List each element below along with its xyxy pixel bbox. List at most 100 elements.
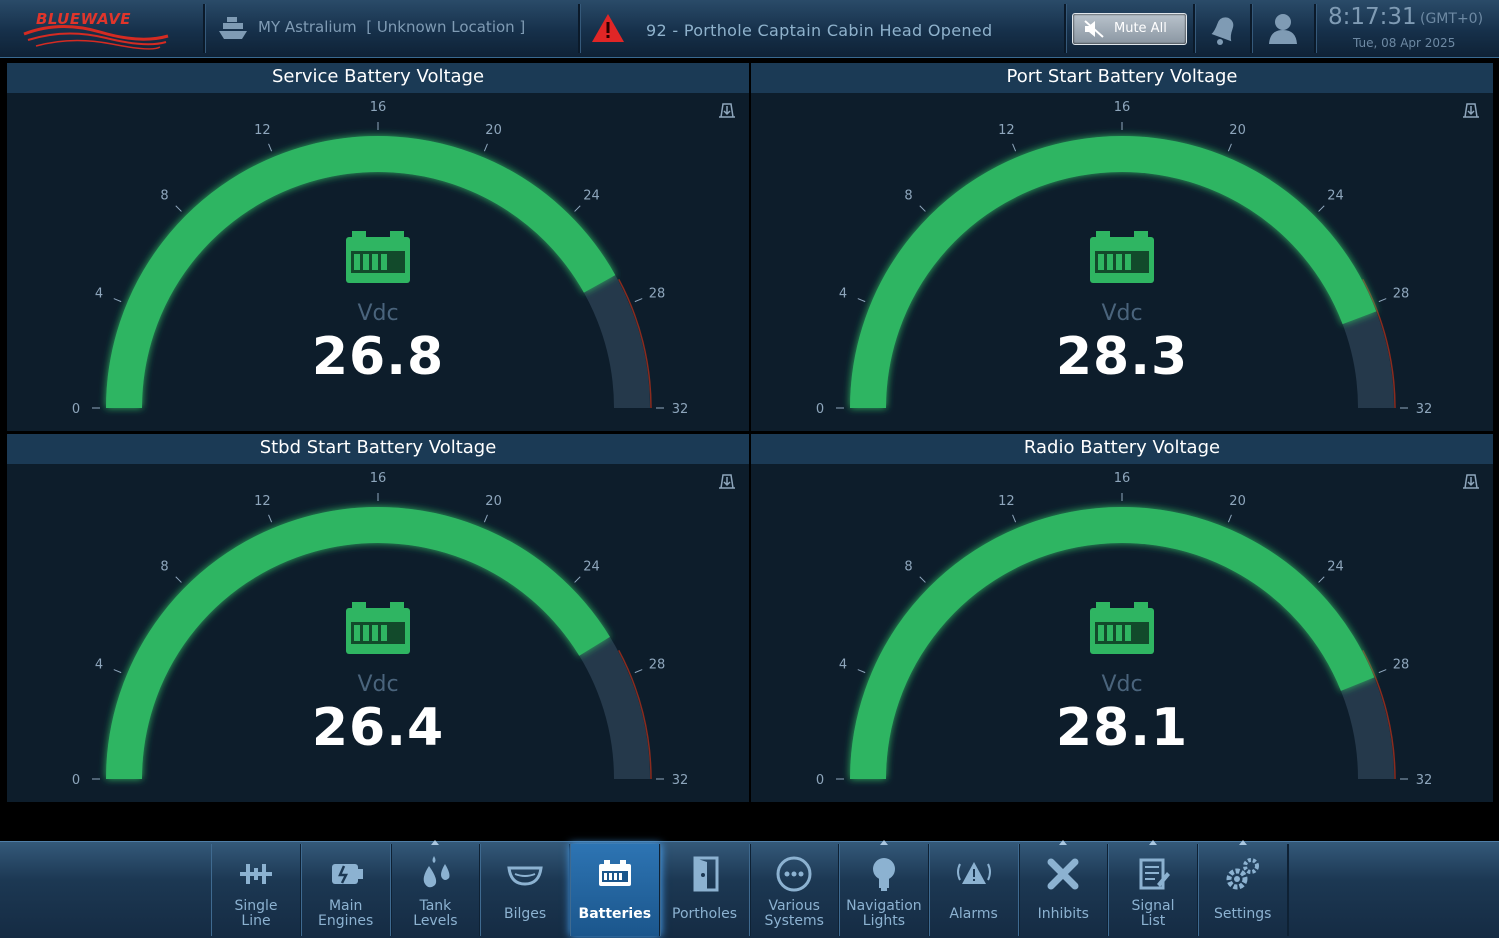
gauge-tick-label: 0 <box>72 402 80 417</box>
ship-icon <box>219 17 247 39</box>
gauge-tick-label: 16 <box>1114 100 1131 115</box>
warning-icon[interactable] <box>590 12 626 44</box>
gauge-tick-label: 24 <box>583 559 600 574</box>
nav-main-engines[interactable]: Main Engines <box>300 844 392 936</box>
nav-portholes[interactable]: Portholes <box>659 844 751 936</box>
nav-tank-levels[interactable]: Tank Levels <box>390 840 482 936</box>
gauge-tick-label: 12 <box>998 494 1015 509</box>
user-icon[interactable] <box>1266 11 1300 45</box>
gauge-value: 26.4 <box>311 698 445 758</box>
gauge-value: 28.3 <box>1055 327 1189 387</box>
active-alarm[interactable]: 92 - Porthole Captain Cabin Head Opened <box>646 21 992 40</box>
gauge-tick <box>483 143 488 152</box>
vessel-location: MY Astralium [ Unknown Location ] <box>258 18 525 36</box>
nav-label: Batteries <box>578 906 652 922</box>
gauge-unit: Vdc <box>357 672 399 697</box>
gauge-tick-label: 24 <box>583 188 600 203</box>
gauge-panel-stbd-start: Stbd Start Battery Voltage 0 4 8 12 16 20 24 28… <box>7 434 749 802</box>
gauge-panel-service: Service Battery Voltage 0 4 8 12 16 20 24 28 32 … <box>7 63 749 431</box>
gauge-tick-label: 20 <box>1229 494 1246 509</box>
ellipsis-icon <box>776 856 812 892</box>
gauge-tick-label: 28 <box>649 286 666 301</box>
gauge-tick-label: 28 <box>1393 286 1410 301</box>
gauge-tick-label: 12 <box>254 123 271 138</box>
nav-label: Various Systems <box>764 898 824 929</box>
nav-label: Portholes <box>672 906 737 922</box>
alarm-code: 92 <box>646 21 667 40</box>
gauge-panel-radio: Radio Battery Voltage 0 4 8 12 16 20 24 28 32 Vd… <box>751 434 1493 802</box>
nav-label: Inhibits <box>1037 906 1089 922</box>
submenu-caret-icon <box>1059 840 1068 845</box>
gauge-tick-label: 16 <box>370 471 387 486</box>
submenu-caret-icon <box>879 840 888 845</box>
nav-label: Single Line <box>234 898 278 929</box>
mute-all-button[interactable]: Mute All <box>1072 13 1187 45</box>
battery-icon <box>346 231 410 283</box>
single-line-icon <box>240 864 272 884</box>
nav-signal-list[interactable]: Signal List <box>1108 840 1199 936</box>
submenu-caret-icon <box>1149 840 1157 845</box>
nav-label: Main Engines <box>318 898 374 929</box>
nav-batteries[interactable]: Batteries <box>569 844 661 936</box>
tank-drops-icon <box>424 856 450 888</box>
trend-chart-icon[interactable] <box>717 472 737 490</box>
signal-list-icon <box>1139 858 1170 890</box>
gauge-tick-label: 4 <box>839 286 847 301</box>
battery-icon <box>346 602 410 654</box>
gauge-tick-label: 8 <box>160 188 168 203</box>
alarm-icon <box>956 862 991 884</box>
gauge-panel-port-start: Port Start Battery Voltage 0 4 8 12 16 20 24 28… <box>751 63 1493 431</box>
gauge-tick <box>268 143 273 152</box>
gauge-tick-label: 0 <box>816 402 824 417</box>
gauge-tick-label: 4 <box>839 657 847 672</box>
vessel-name: MY Astralium <box>258 18 357 36</box>
trend-chart-icon[interactable] <box>1461 101 1481 119</box>
nav-navigation-lights[interactable]: Navigation Lights <box>838 840 930 936</box>
gauge-tick-label: 8 <box>904 188 912 203</box>
speaker-muted-icon <box>1084 20 1104 38</box>
gauge-tick <box>175 205 182 212</box>
gauge-tick-label: 24 <box>1327 188 1344 203</box>
nav-alarms[interactable]: Alarms <box>928 844 1020 936</box>
gauge-tick-label: 32 <box>672 773 689 788</box>
clock-timezone: (GMT+0) <box>1420 11 1484 27</box>
porthole-door-icon <box>693 856 718 892</box>
logo-text: BLUEWAVE <box>36 10 132 28</box>
gauge-tick-label: 20 <box>1229 123 1246 138</box>
gauge-tick <box>1012 514 1017 523</box>
gauge-tick <box>919 576 926 583</box>
nav-label: Bilges <box>504 906 547 922</box>
trend-chart-icon[interactable] <box>717 101 737 119</box>
gauge-tick-label: 4 <box>95 286 103 301</box>
bottom-navigation: Single Line Main Engines Tank Levels Bilges Bat… <box>0 840 1499 938</box>
nav-single-line[interactable]: Single Line <box>211 844 302 936</box>
gauge-tick <box>1318 205 1325 212</box>
nav-inhibits[interactable]: Inhibits <box>1018 840 1110 936</box>
bluewave-logo: BLUEWAVE <box>20 6 190 52</box>
submenu-caret-icon <box>431 840 440 845</box>
bell-icon[interactable] <box>1208 12 1240 46</box>
nav-settings[interactable]: Settings <box>1197 840 1289 936</box>
gauge-tick-label: 32 <box>672 402 689 417</box>
gauge-value: 26.8 <box>311 327 445 387</box>
alarm-message: Porthole Captain Cabin Head Opened <box>683 21 993 40</box>
gauge-tick-label: 4 <box>95 657 103 672</box>
gauge-tick-label: 0 <box>72 773 80 788</box>
gauge-tick-label: 20 <box>485 494 502 509</box>
gauge-tick-label: 12 <box>254 494 271 509</box>
gauge-tick-label: 8 <box>904 559 912 574</box>
gauge-tick <box>574 205 581 212</box>
engine-icon <box>331 864 363 884</box>
gauge-tick <box>483 514 488 523</box>
gauge-tick-label: 16 <box>370 100 387 115</box>
battery-icon <box>1090 231 1154 283</box>
gauge-tick-label: 12 <box>998 123 1015 138</box>
nav-bilges[interactable]: Bilges <box>480 844 572 936</box>
gauge-tick <box>1227 514 1232 523</box>
nav-various-systems[interactable]: Various Systems <box>749 844 841 936</box>
trend-chart-icon[interactable] <box>1461 472 1481 490</box>
nav-label: Settings <box>1213 906 1272 922</box>
gauge-unit: Vdc <box>357 301 399 326</box>
gauge-unit: Vdc <box>1101 301 1143 326</box>
gauge-tick <box>574 576 581 583</box>
